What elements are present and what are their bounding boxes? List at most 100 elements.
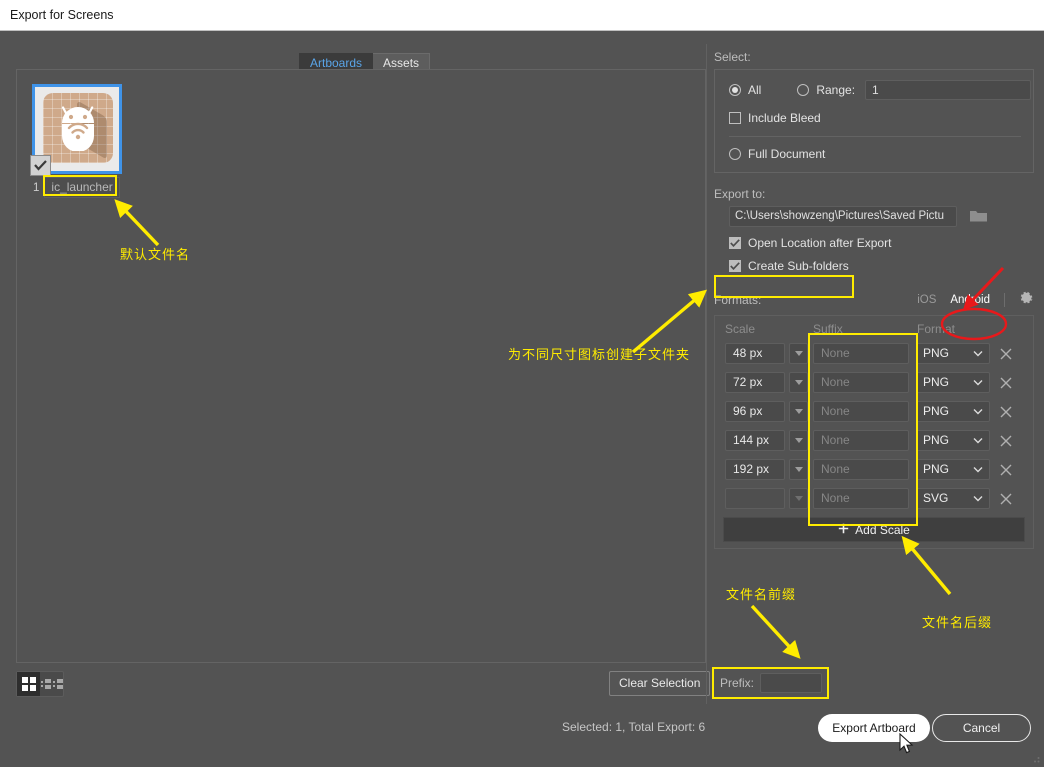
include-bleed-row[interactable]: Include Bleed: [729, 111, 1021, 125]
artboard-item[interactable]: [30, 84, 124, 176]
label-range: Range:: [816, 83, 856, 97]
format-select[interactable]: SVG: [916, 488, 990, 509]
format-select[interactable]: PNG: [916, 430, 990, 451]
export-to-heading: Export to:: [714, 187, 766, 201]
prefix-label: Prefix:: [720, 676, 755, 690]
format-row: 192 px None PNG: [715, 455, 1033, 484]
format-value: PNG: [923, 462, 950, 476]
close-icon[interactable]: [999, 405, 1013, 419]
artboard-checkbox[interactable]: [30, 155, 51, 176]
chevron-down-icon: [973, 351, 983, 357]
chevron-down-icon: [973, 496, 983, 502]
export-path-input[interactable]: C:\Users\showzeng\Pictures\Saved Pictu: [729, 206, 957, 227]
open-location-row[interactable]: Open Location after Export: [714, 236, 1034, 250]
annotation-filename-suffix: 文件名后缀: [922, 616, 993, 631]
platform-presets: iOS Android: [917, 291, 1034, 309]
format-value: SVG: [923, 491, 949, 505]
select-heading: Select:: [714, 50, 751, 64]
scale-value[interactable]: [725, 488, 785, 509]
clear-selection-button[interactable]: Clear Selection: [609, 671, 711, 696]
scale-dropdown-arrow: [789, 488, 808, 509]
scale-dropdown-arrow[interactable]: [789, 459, 808, 480]
column-header-suffix: Suffix: [813, 322, 843, 336]
range-input[interactable]: [865, 80, 1032, 100]
export-path-row: C:\Users\showzeng\Pictures\Saved Pictu: [714, 206, 1034, 227]
full-document-row[interactable]: Full Document: [729, 147, 1021, 161]
android-wifi-icon: [61, 106, 94, 151]
radio-range[interactable]: [797, 84, 810, 96]
scale-dropdown-arrow[interactable]: [789, 343, 808, 364]
check-icon: [730, 262, 740, 270]
mouse-cursor: [899, 733, 914, 754]
artboard-name-field[interactable]: ic_launcher: [44, 177, 120, 198]
resize-grip-icon[interactable]: [1029, 752, 1041, 764]
suffix-input[interactable]: None: [813, 343, 909, 364]
window-titlebar: Export for Screens: [0, 0, 1044, 31]
checkbox-create-subfolders[interactable]: [729, 260, 741, 272]
export-status-text: Selected: 1, Total Export: 6: [562, 720, 706, 734]
suffix-input[interactable]: None: [813, 401, 909, 422]
label-full-document: Full Document: [748, 147, 826, 161]
chevron-down-icon: [973, 467, 983, 473]
formats-heading: Formats:: [714, 293, 762, 307]
artboard-index: 1: [33, 181, 40, 194]
column-header-format: Format: [917, 322, 956, 336]
prefix-input[interactable]: [760, 673, 823, 693]
suffix-input[interactable]: None: [813, 430, 909, 451]
artboard-artwork: [43, 93, 113, 163]
close-icon[interactable]: [999, 434, 1013, 448]
format-select[interactable]: PNG: [916, 343, 990, 364]
annotation-filename-prefix: 文件名前缀: [726, 588, 797, 603]
list-view-button[interactable]: [40, 672, 63, 696]
close-icon[interactable]: [999, 463, 1013, 477]
format-select[interactable]: PNG: [916, 401, 990, 422]
suffix-input[interactable]: None: [813, 488, 909, 509]
check-icon: [730, 239, 740, 247]
scale-value[interactable]: 144 px: [725, 430, 785, 451]
close-icon[interactable]: [999, 492, 1013, 506]
gear-icon[interactable]: [1019, 291, 1034, 309]
suffix-input[interactable]: None: [813, 459, 909, 480]
add-scale-label: Add Scale: [855, 522, 910, 537]
format-row: None SVG: [715, 484, 1033, 513]
scale-dropdown-arrow[interactable]: [789, 430, 808, 451]
create-subfolders-row[interactable]: Create Sub-folders: [714, 259, 1034, 273]
scale-value[interactable]: 192 px: [725, 459, 785, 480]
label-include-bleed: Include Bleed: [748, 111, 821, 125]
close-icon[interactable]: [999, 347, 1013, 361]
add-scale-button[interactable]: Add Scale: [723, 517, 1025, 542]
scale-dropdown-arrow[interactable]: [789, 372, 808, 393]
check-icon: [34, 160, 47, 171]
artboard-thumbnail[interactable]: [30, 84, 122, 176]
scale-value[interactable]: 72 px: [725, 372, 785, 393]
format-row: 96 px None PNG: [715, 397, 1033, 426]
platform-android[interactable]: Android: [950, 294, 990, 306]
formats-header: Formats: iOS Android: [714, 291, 1034, 309]
close-icon[interactable]: [999, 376, 1013, 390]
format-select[interactable]: PNG: [916, 372, 990, 393]
formats-column-headers: Scale Suffix Format: [715, 319, 1033, 339]
radio-all[interactable]: [729, 84, 741, 96]
chevron-down-icon: [973, 409, 983, 415]
platform-ios[interactable]: iOS: [917, 294, 936, 306]
format-select[interactable]: PNG: [916, 459, 990, 480]
view-mode-toggle-group: [16, 671, 64, 697]
artboard-name-row: 1 ic_launcher: [33, 177, 120, 198]
folder-icon[interactable]: [969, 208, 988, 226]
panel-divider: [706, 44, 707, 704]
scale-dropdown-arrow[interactable]: [789, 401, 808, 422]
checkbox-open-location[interactable]: [729, 237, 741, 249]
label-all: All: [748, 83, 762, 97]
scale-value[interactable]: 48 px: [725, 343, 785, 364]
suffix-input[interactable]: None: [813, 372, 909, 393]
prefix-group: Prefix:: [712, 667, 829, 699]
scale-value[interactable]: 96 px: [725, 401, 785, 422]
checkbox-include-bleed[interactable]: [729, 112, 741, 124]
plus-icon: [838, 523, 849, 537]
select-divider: [729, 136, 1021, 137]
grid-view-button[interactable]: [17, 672, 40, 696]
cancel-button[interactable]: Cancel: [932, 714, 1031, 742]
radio-full-document[interactable]: [729, 148, 741, 160]
format-value: PNG: [923, 404, 950, 418]
window-title: Export for Screens: [10, 8, 114, 22]
